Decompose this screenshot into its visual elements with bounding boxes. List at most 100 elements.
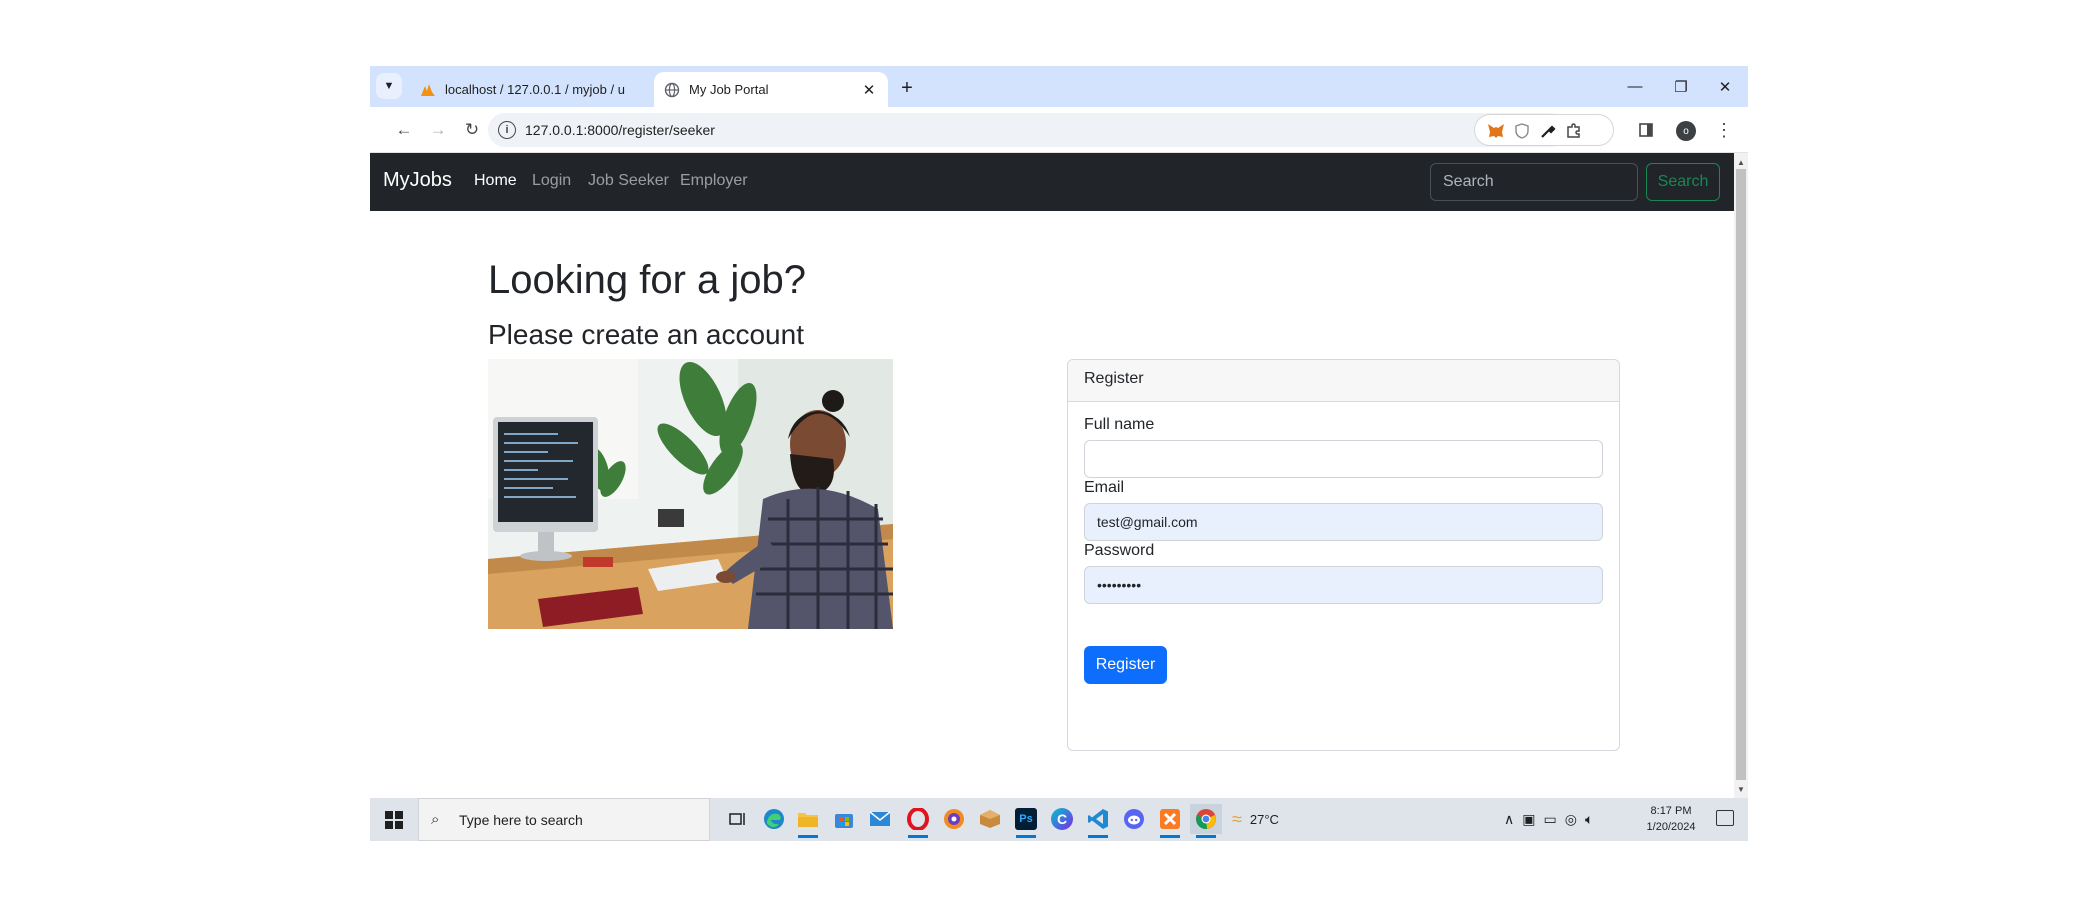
weather-temp: 27°C xyxy=(1249,812,1279,827)
mail-icon[interactable] xyxy=(864,804,896,834)
windows-icon xyxy=(385,810,403,829)
windows-taskbar: ⌕ Type here to search Ps C ≈ 27°C ∧ ▣ ▭ … xyxy=(370,798,1748,841)
system-tray: ∧ ▣ ▭ ◎ 🔈︎ xyxy=(1504,798,1593,841)
volume-icon[interactable]: 🔈︎ xyxy=(1585,811,1593,828)
network-icon[interactable]: ◎ xyxy=(1565,811,1577,828)
browser-toolbar: ← → ↻ i 127.0.0.1:8000/register/seeker ☆ xyxy=(370,107,1748,153)
vscode-icon[interactable] xyxy=(1082,804,1114,838)
close-icon[interactable]: ✕ xyxy=(860,81,878,99)
fullname-label: Full name xyxy=(1084,416,1155,433)
running-indicator xyxy=(1088,835,1108,838)
arrow-left-icon: ← xyxy=(395,120,413,139)
puzzle-icon[interactable] xyxy=(1563,120,1585,142)
close-window-button[interactable]: ✕ xyxy=(1702,66,1748,107)
nav-job-seeker[interactable]: Job Seeker xyxy=(588,172,669,190)
back-button[interactable]: ← xyxy=(390,116,418,144)
forward-button[interactable]: → xyxy=(424,116,452,144)
password-input[interactable]: ••••••••• xyxy=(1084,566,1603,604)
running-indicator xyxy=(1016,835,1036,838)
eyedropper-icon[interactable] xyxy=(1537,120,1559,142)
discord-icon[interactable] xyxy=(1118,804,1150,834)
side-panel-button[interactable] xyxy=(1632,116,1660,144)
phpmyadmin-icon xyxy=(420,82,436,98)
card-header: Register xyxy=(1068,360,1619,402)
metamask-icon[interactable] xyxy=(1485,120,1507,142)
scrollbar-thumb[interactable] xyxy=(1736,169,1746,780)
taskbar-clock[interactable]: 8:17 PM 1/20/2024 xyxy=(1636,803,1706,835)
running-indicator xyxy=(798,835,818,838)
new-tab-button[interactable]: + xyxy=(894,75,920,101)
page-subtitle: Please create an account xyxy=(488,319,804,350)
weather-icon: ≈ xyxy=(1232,809,1242,829)
url-text: 127.0.0.1:8000/register/seeker xyxy=(525,122,715,138)
search-icon: ⌕ xyxy=(431,811,440,828)
tab-strip: ▼ localhost / 127.0.0.1 / myjob / u ✕ My… xyxy=(370,66,1748,107)
nav-login[interactable]: Login xyxy=(532,172,571,190)
brand-link[interactable]: MyJobs xyxy=(383,169,452,192)
store-icon[interactable] xyxy=(828,804,860,834)
nav-search-button[interactable]: Search xyxy=(1646,163,1720,201)
tab-my-job-portal[interactable]: My Job Portal ✕ xyxy=(654,72,888,107)
start-button[interactable] xyxy=(370,798,418,841)
plus-icon: + xyxy=(901,76,913,99)
canva-icon[interactable]: C xyxy=(1046,804,1078,834)
running-indicator xyxy=(908,835,928,838)
tab-search-button[interactable]: ▼ xyxy=(376,73,402,99)
register-button[interactable]: Register xyxy=(1084,646,1167,684)
scroll-up-icon[interactable]: ▲ xyxy=(1734,155,1748,169)
shield-icon[interactable] xyxy=(1511,120,1533,142)
taskbar-search-placeholder: Type here to search xyxy=(459,812,583,828)
reload-button[interactable]: ↻ xyxy=(458,116,486,144)
extensions-group xyxy=(1474,114,1614,146)
meet-icon[interactable]: ▣ xyxy=(1522,811,1535,828)
register-card: Register Full name Email test@gmail.com … xyxy=(1067,359,1620,751)
globe-icon xyxy=(664,82,680,98)
app-icon[interactable] xyxy=(938,804,970,834)
scroll-down-icon[interactable]: ▼ xyxy=(1734,782,1748,796)
tab-title: My Job Portal xyxy=(689,82,769,97)
task-view-icon[interactable] xyxy=(722,804,754,834)
edge-icon[interactable] xyxy=(758,804,790,834)
chrome-icon[interactable] xyxy=(1190,804,1222,838)
password-label: Password xyxy=(1084,542,1155,559)
photoshop-icon[interactable]: Ps xyxy=(1010,804,1042,838)
package-icon[interactable] xyxy=(974,804,1006,834)
page-scrollbar[interactable]: ▲ ▼ xyxy=(1734,153,1748,798)
opera-icon[interactable] xyxy=(902,804,934,838)
nav-home[interactable]: Home xyxy=(474,172,517,190)
page-title: Looking for a job? xyxy=(488,258,807,302)
tab-title: localhost / 127.0.0.1 / myjob / u xyxy=(445,82,625,97)
file-explorer-icon[interactable] xyxy=(792,804,824,838)
weather-widget[interactable]: ≈ 27°C xyxy=(1232,798,1279,841)
notification-icon[interactable] xyxy=(1716,810,1734,826)
page-viewport: MyJobs Home Login Job Seeker Employer Se… xyxy=(370,153,1734,798)
tab-phpmyadmin[interactable]: localhost / 127.0.0.1 / myjob / u ✕ xyxy=(410,72,678,107)
profile-avatar[interactable]: o xyxy=(1676,121,1696,141)
clock-date: 1/20/2024 xyxy=(1646,821,1696,833)
running-indicator xyxy=(1196,835,1216,838)
kebab-menu-icon: ⋮ xyxy=(1715,119,1733,140)
reload-icon: ↻ xyxy=(464,120,480,139)
email-input[interactable]: test@gmail.com xyxy=(1084,503,1603,541)
taskbar-search[interactable]: ⌕ Type here to search xyxy=(418,798,710,841)
chevron-up-icon[interactable]: ∧ xyxy=(1504,811,1514,828)
restore-button[interactable]: ❐ xyxy=(1658,66,1704,107)
menu-button[interactable]: ⋮ xyxy=(1710,116,1738,144)
site-info-icon[interactable]: i xyxy=(498,121,516,139)
close-icon: ✕ xyxy=(1718,78,1732,96)
browser-window: ▼ localhost / 127.0.0.1 / myjob / u ✕ My… xyxy=(370,66,1748,841)
restore-icon: ❐ xyxy=(1674,78,1688,96)
chevron-down-icon: ▼ xyxy=(383,80,395,92)
battery-icon[interactable]: ▭ xyxy=(1543,811,1556,828)
clock-time: 8:17 PM xyxy=(1650,805,1692,817)
address-bar[interactable]: i 127.0.0.1:8000/register/seeker ☆ xyxy=(488,113,1568,147)
arrow-right-icon: → xyxy=(429,120,447,139)
running-indicator xyxy=(1160,835,1180,838)
minimize-button[interactable]: — xyxy=(1612,66,1658,107)
hero-image xyxy=(488,359,893,629)
minimize-icon: — xyxy=(1627,78,1643,95)
fullname-input[interactable] xyxy=(1084,440,1603,478)
nav-search-input[interactable]: Search xyxy=(1430,163,1638,201)
xampp-icon[interactable] xyxy=(1154,804,1186,838)
nav-employer[interactable]: Employer xyxy=(680,172,748,190)
